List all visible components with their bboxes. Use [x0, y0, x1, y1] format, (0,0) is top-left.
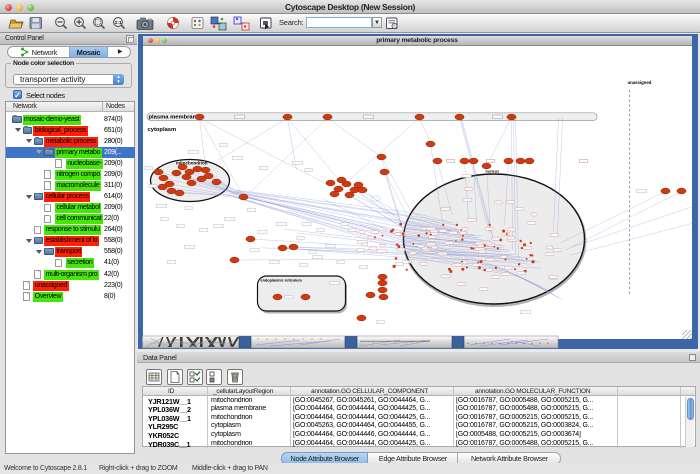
svg-text:unassigned: unassigned — [627, 80, 651, 85]
svg-text:1:1: 1:1 — [115, 20, 122, 26]
svg-text:plasma membrane: plasma membrane — [148, 115, 200, 121]
svg-text:endoplasmic reticulum: endoplasmic reticulum — [260, 279, 302, 283]
svg-text:cytoplasm: cytoplasm — [147, 127, 176, 133]
svg-text:nucleus: nucleus — [485, 170, 499, 174]
